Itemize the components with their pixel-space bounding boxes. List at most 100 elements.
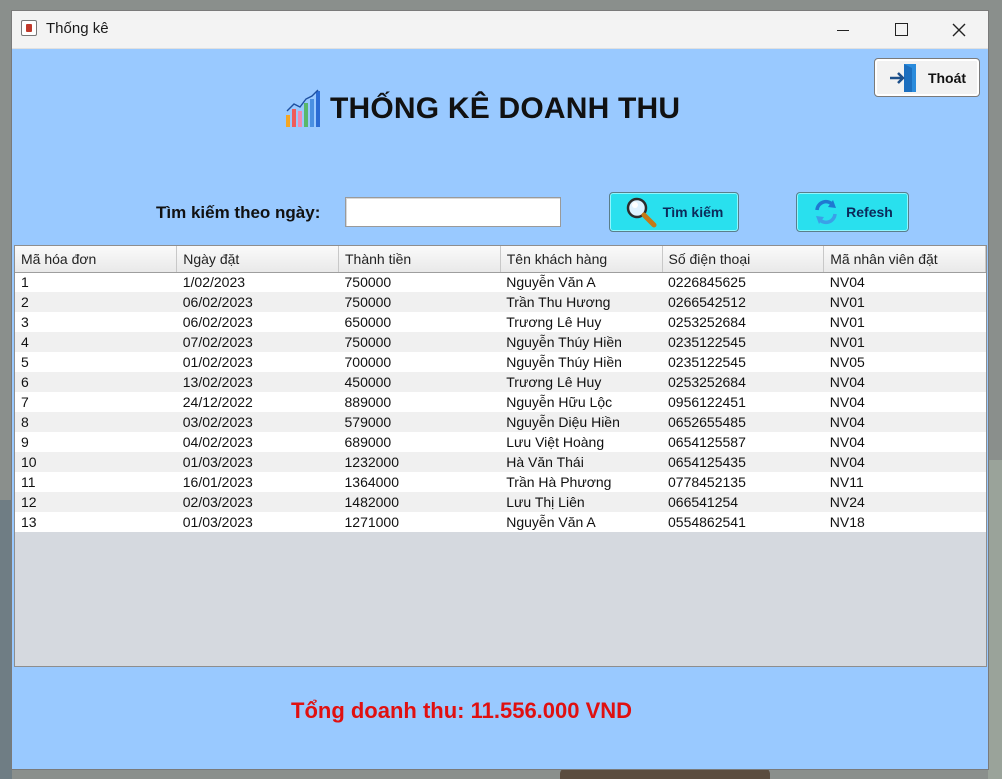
table-row[interactable]: 10 01/03/2023 1232000 Hà Văn Thái 0654125435… bbox=[15, 452, 986, 472]
table-cell: Trần Thu Hương bbox=[500, 292, 662, 312]
table-row[interactable]: 12 02/03/2023 1482000 Lưu Thị Liên 066541254… bbox=[15, 492, 986, 512]
table-row[interactable]: 3 06/02/2023 650000 Trương Lê Huy 0253252684… bbox=[15, 312, 986, 332]
search-date-label: Tìm kiếm theo ngày: bbox=[156, 203, 321, 222]
table-cell: NV04 bbox=[823, 272, 986, 292]
maximize-button[interactable] bbox=[872, 11, 930, 48]
table-row[interactable]: 8 03/02/2023 579000 Nguyễn Diệu Hiền 0652655… bbox=[15, 412, 986, 432]
table-cell: 04/02/2023 bbox=[176, 432, 339, 452]
table-row[interactable]: 6 13/02/2023 450000 Trương Lê Huy 0253252684… bbox=[15, 372, 986, 392]
table-cell: Lưu Việt Hoàng bbox=[500, 432, 662, 452]
table-cell: 689000 bbox=[338, 432, 501, 452]
search-date-input[interactable] bbox=[345, 197, 561, 227]
table-cell: 24/12/2022 bbox=[176, 392, 339, 412]
table-cell: 0235122545 bbox=[662, 352, 824, 372]
table-cell: 11 bbox=[15, 472, 177, 492]
column-header[interactable]: Thành tiền bbox=[338, 246, 501, 273]
exit-button-label: Thoát bbox=[927, 69, 967, 86]
java-app-icon bbox=[21, 20, 37, 36]
column-header[interactable]: Tên khách hàng bbox=[500, 246, 663, 273]
column-header[interactable]: Mã hóa đơn bbox=[15, 246, 178, 273]
table-cell: 0253252684 bbox=[662, 372, 824, 392]
table-cell: 07/02/2023 bbox=[176, 332, 339, 352]
column-header[interactable]: Số điện thoại bbox=[662, 246, 825, 273]
table-cell: 750000 bbox=[338, 332, 501, 352]
table-cell: NV05 bbox=[823, 352, 986, 372]
table-cell: 0654125587 bbox=[662, 432, 824, 452]
refresh-icon bbox=[815, 199, 837, 225]
table-cell: 0654125435 bbox=[662, 452, 824, 472]
table-row[interactable]: 9 04/02/2023 689000 Lưu Việt Hoàng 065412558… bbox=[15, 432, 986, 452]
refresh-button[interactable]: Refesh bbox=[796, 192, 909, 232]
table-cell: 1 bbox=[15, 272, 177, 292]
table-cell: 889000 bbox=[338, 392, 501, 412]
table-cell: 0554862541 bbox=[662, 512, 824, 532]
total-revenue-text: Tổng doanh thu: 11.556.000 VND bbox=[291, 698, 633, 723]
table-cell: Nguyễn Văn A bbox=[500, 272, 662, 292]
column-header[interactable]: Ngày đặt bbox=[176, 246, 339, 273]
desktop-backdrop-right bbox=[988, 460, 1002, 779]
exit-door-icon bbox=[889, 63, 916, 92]
table-cell: 0652655485 bbox=[662, 412, 824, 432]
table-row[interactable]: 13 01/03/2023 1271000 Nguyễn Văn A 055486254… bbox=[15, 512, 986, 532]
magnifier-icon bbox=[626, 197, 657, 228]
refresh-button-label: Refesh bbox=[846, 204, 893, 220]
table-cell: 10 bbox=[15, 452, 177, 472]
table-row[interactable]: 2 06/02/2023 750000 Trần Thu Hương 026654251… bbox=[15, 292, 986, 312]
table-cell: 7 bbox=[15, 392, 177, 412]
table-cell: 01/03/2023 bbox=[176, 452, 339, 472]
table-cell: 0226845625 bbox=[662, 272, 824, 292]
table-cell: 0956122451 bbox=[662, 392, 824, 412]
table-cell: NV11 bbox=[823, 472, 986, 492]
table-cell: 06/02/2023 bbox=[176, 292, 339, 312]
page-heading: THỐNG KÊ DOANH THU bbox=[284, 89, 680, 129]
table-header-row: Mã hóa đơn Ngày đặt Thành tiền Tên khách… bbox=[15, 246, 986, 273]
table-cell: NV04 bbox=[823, 412, 986, 432]
table-cell: 0778452135 bbox=[662, 472, 824, 492]
table-cell: NV04 bbox=[823, 452, 986, 472]
close-button[interactable] bbox=[930, 11, 988, 48]
table-row[interactable]: 7 24/12/2022 889000 Nguyễn Hữu Lộc 095612245… bbox=[15, 392, 986, 412]
table-cell: NV24 bbox=[823, 492, 986, 512]
window-title: Thống kê bbox=[46, 20, 109, 37]
table-cell: 3 bbox=[15, 312, 177, 332]
table-cell: 700000 bbox=[338, 352, 501, 372]
table-cell: Nguyễn Thúy Hiền bbox=[500, 352, 662, 372]
close-icon bbox=[952, 23, 966, 36]
revenue-table: Mã hóa đơn Ngày đặt Thành tiền Tên khách… bbox=[15, 246, 986, 532]
table-cell: 1232000 bbox=[338, 452, 501, 472]
minimize-icon bbox=[837, 30, 849, 31]
table-cell: NV01 bbox=[823, 292, 986, 312]
table-cell: 650000 bbox=[338, 312, 501, 332]
table-cell: 5 bbox=[15, 352, 177, 372]
table-cell: 12 bbox=[15, 492, 177, 512]
table-cell: 02/03/2023 bbox=[176, 492, 339, 512]
table-cell: NV04 bbox=[823, 372, 986, 392]
table-cell: 9 bbox=[15, 432, 177, 452]
search-button-label: Tìm kiếm bbox=[662, 204, 724, 220]
maximize-icon bbox=[894, 23, 908, 36]
table-cell: 01/03/2023 bbox=[176, 512, 339, 532]
table-row[interactable]: 11 16/01/2023 1364000 Trần Hà Phương 0778452… bbox=[15, 472, 986, 492]
table-body: 1 1/02/2023 750000 Nguyễn Văn A 0226845625 NV… bbox=[15, 272, 986, 532]
bar-chart-icon bbox=[286, 89, 320, 127]
table-cell: Nguyễn Thúy Hiền bbox=[500, 332, 662, 352]
exit-button[interactable]: Thoát bbox=[874, 58, 980, 97]
table-cell: Trần Hà Phương bbox=[500, 472, 662, 492]
table-cell: 03/02/2023 bbox=[176, 412, 339, 432]
table-cell: NV01 bbox=[823, 312, 986, 332]
table-cell: 0253252684 bbox=[662, 312, 824, 332]
table-row[interactable]: 1 1/02/2023 750000 Nguyễn Văn A 0226845625 NV… bbox=[15, 272, 986, 292]
table-cell: 579000 bbox=[338, 412, 501, 432]
table-cell: Nguyễn Văn A bbox=[500, 512, 662, 532]
column-header[interactable]: Mã nhân viên đặt bbox=[823, 246, 986, 273]
table-cell: 0266542512 bbox=[662, 292, 824, 312]
table-cell: 01/02/2023 bbox=[176, 352, 339, 372]
table-cell: 06/02/2023 bbox=[176, 312, 339, 332]
table-row[interactable]: 4 07/02/2023 750000 Nguyễn Thúy Hiền 0235122… bbox=[15, 332, 986, 352]
table-cell: NV18 bbox=[823, 512, 986, 532]
table-row[interactable]: 5 01/02/2023 700000 Nguyễn Thúy Hiền 0235122… bbox=[15, 352, 986, 372]
minimize-button[interactable] bbox=[814, 11, 872, 48]
search-button[interactable]: Tìm kiếm bbox=[609, 192, 739, 232]
table-cell: 450000 bbox=[338, 372, 501, 392]
table-cell: Trương Lê Huy bbox=[500, 372, 662, 392]
